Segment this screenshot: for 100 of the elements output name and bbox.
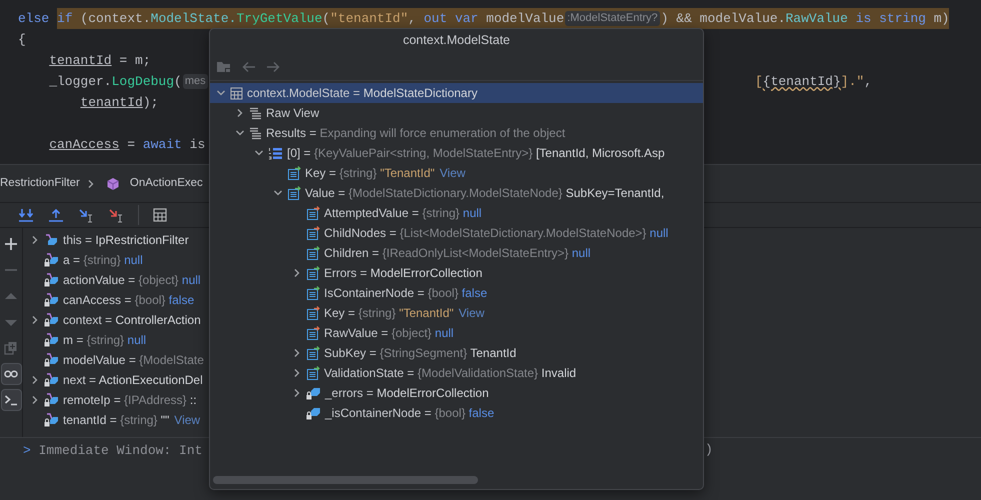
tree-row[interactable]: _errors = ModelErrorCollection xyxy=(210,383,703,403)
chevron-right-icon[interactable] xyxy=(30,395,40,405)
variable-text: RawValue = {object} null xyxy=(324,325,454,342)
breadcrumb-item[interactable]: OnActionExec xyxy=(130,174,203,192)
view-link[interactable]: View xyxy=(440,164,466,182)
variable-text: [0] = {KeyValuePair<string, ModelStateEntry>} [TenantId, Microsoft.Asp xyxy=(287,145,665,162)
tree-row[interactable]: Key = {string} "TenantId" View xyxy=(210,303,703,323)
step-down-icon[interactable] xyxy=(18,208,34,222)
chevron-down-icon[interactable] xyxy=(273,188,283,198)
glasses-icon[interactable] xyxy=(0,363,22,385)
prompt-icon: > xyxy=(23,440,31,460)
immediate-window-text: Immediate Window: Int xyxy=(38,442,202,460)
lock-tag-icon xyxy=(44,293,59,307)
tree-row[interactable]: Value = {ModelStateDictionary.ModelStateNode} SubKey=TenantId, xyxy=(210,183,703,203)
code-text: ) xyxy=(705,441,713,459)
table-icon xyxy=(230,86,243,100)
terminal-icon[interactable] xyxy=(0,389,22,411)
lock-tag-icon xyxy=(44,393,59,407)
tree-row[interactable]: context.ModelState = ModelStateDictionary xyxy=(210,83,703,103)
chevron-right-icon[interactable] xyxy=(292,368,302,378)
variable-text: Key = {string} "TenantId" xyxy=(324,305,454,322)
tree-row[interactable]: AttemptedValue = {string} null xyxy=(210,203,703,223)
tree-row[interactable]: Children = {IReadOnlyList<ModelStateEntry>} null xyxy=(210,243,703,263)
chevron-right-icon[interactable] xyxy=(30,315,40,325)
variable-text: this = IpRestrictionFilter xyxy=(63,232,189,249)
scrollbar-thumb[interactable] xyxy=(213,476,478,484)
lock-tag-icon xyxy=(44,413,59,427)
tree-row[interactable]: RawValue = {object} null xyxy=(210,323,703,343)
lock-tag-icon xyxy=(44,353,59,367)
variable-text: Children = {IReadOnlyList<ModelStateEntry>} null xyxy=(324,245,591,262)
variable-text: actionValue = {object} null xyxy=(63,272,201,289)
variable-text: a = {string} null xyxy=(63,252,143,269)
code-text: ) && modelValue.RawValue is string m) xyxy=(660,10,950,28)
tree-row[interactable]: ChildNodes = {List<ModelStateDictionary.ModelStateNode>} null xyxy=(210,223,703,243)
tree-row[interactable]: Results = Expanding will force enumeration of the object xyxy=(210,123,703,143)
variable-text: m = {string} null xyxy=(63,332,146,349)
variable-text: Key = {string} "TenantId" xyxy=(305,165,435,182)
arrow-cursor-icon[interactable] xyxy=(108,208,124,222)
code-text: [{tenantId}].", xyxy=(754,73,872,91)
variable-text: ValidationState = {ModelValidationState} Invalid xyxy=(324,365,576,382)
tree-row[interactable]: Errors = ModelErrorCollection xyxy=(210,263,703,283)
variable-text: Results = Expanding will force enumeration of the object xyxy=(266,125,566,142)
variable-text: SubKey = {StringSegment} TenantId xyxy=(324,345,516,362)
variable-text: context = ControllerAction xyxy=(63,312,201,329)
variable-text: remoteIp = {IPAddress} :: xyxy=(63,392,197,409)
lock-tag-icon xyxy=(44,313,59,327)
variable-text: ChildNodes = {List<ModelStateDictionary.ModelStateNode>} null xyxy=(324,225,668,242)
tree-row[interactable]: Raw View xyxy=(210,103,703,123)
code-text: { xyxy=(18,31,26,49)
chevron-right-icon xyxy=(86,178,96,188)
lock-tag-icon xyxy=(44,333,59,347)
variable-text: context.ModelState = ModelStateDictionary xyxy=(247,85,478,102)
lock-tag-icon xyxy=(306,386,321,400)
tree-row[interactable]: Key = {string} "TenantId" View xyxy=(210,163,703,183)
chevron-down-icon[interactable] xyxy=(216,88,226,98)
view-link[interactable]: View xyxy=(458,304,484,322)
numbered-list-icon xyxy=(268,146,283,160)
variable-text: AttemptedValue = {string} null xyxy=(324,205,482,222)
code-text: if (context.ModelState.TryGetValue("tenantId", out var modelValue xyxy=(57,10,564,28)
chevron-right-icon[interactable] xyxy=(292,388,302,398)
variable-text: canAccess = {bool} false xyxy=(63,292,194,309)
step-up-icon[interactable] xyxy=(48,208,64,222)
variable-text: Value = {ModelStateDictionary.ModelStateNode} SubKey=TenantId, xyxy=(305,185,664,202)
variable-text: IsContainerNode = {bool} false xyxy=(324,285,488,302)
lines-icon xyxy=(249,126,262,140)
tree-row[interactable]: ValidationState = {ModelValidationState} Invalid xyxy=(210,363,703,383)
chevron-right-icon[interactable] xyxy=(235,108,245,118)
variable-text: next = ActionExecutionDel xyxy=(63,372,203,389)
tree-row[interactable]: SubKey = {StringSegment} TenantId xyxy=(210,343,703,363)
variable-text: _isContainerNode = {bool} false xyxy=(325,405,494,422)
inlay-hint: :ModelStateEntry? xyxy=(565,11,660,26)
code-text: tenantId); xyxy=(80,94,158,112)
chevron-right-icon[interactable] xyxy=(292,268,302,278)
code-text: canAccess = await is xyxy=(49,136,206,154)
view-link[interactable]: View xyxy=(174,411,200,429)
inlay-hint: mes xyxy=(182,74,208,89)
lock-tag-icon xyxy=(44,273,59,287)
chevron-right-icon[interactable] xyxy=(30,375,40,385)
code-text: _logger.LogDebug( xyxy=(49,73,182,91)
variable-text: _errors = ModelErrorCollection xyxy=(325,385,489,402)
variable-text: tenantId = {string} "" xyxy=(63,412,170,429)
lines-icon xyxy=(249,106,262,120)
lock-tag-icon xyxy=(306,406,321,420)
breadcrumb-item[interactable]: RestrictionFilter xyxy=(0,174,80,192)
chevron-right-icon[interactable] xyxy=(30,235,40,245)
tree-row[interactable]: _isContainerNode = {bool} false xyxy=(210,403,703,423)
tree-row[interactable]: IsContainerNode = {bool} false xyxy=(210,283,703,303)
chevron-down-icon[interactable] xyxy=(235,128,245,138)
table-icon[interactable] xyxy=(153,208,167,222)
chevron-right-icon[interactable] xyxy=(292,348,302,358)
tag-icon xyxy=(44,233,59,247)
chevron-down-icon[interactable] xyxy=(254,148,264,158)
lock-tag-icon xyxy=(44,253,59,267)
cube-icon xyxy=(106,176,120,190)
code-text: else xyxy=(18,10,50,28)
tree-row[interactable]: [0] = {KeyValuePair<string, ModelStateEntry>} [TenantId, Microsoft.Asp xyxy=(210,143,703,163)
arrow-cursor-icon[interactable] xyxy=(78,208,94,222)
variable-text: modelValue = {ModelState xyxy=(63,352,204,369)
code-text: tenantId = m; xyxy=(49,52,151,70)
lock-tag-icon xyxy=(44,373,59,387)
